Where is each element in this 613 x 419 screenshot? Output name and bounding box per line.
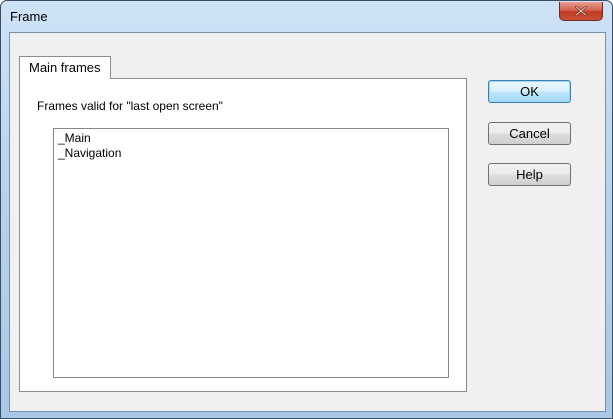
- window-title: Frame: [10, 9, 48, 24]
- frame-dialog: Frame Main frames Frames valid for "last…: [0, 0, 613, 419]
- close-icon: [575, 6, 587, 16]
- frames-label: Frames valid for "last open screen": [37, 99, 223, 113]
- dialog-body: Main frames Frames valid for "last open …: [9, 32, 606, 412]
- ok-button[interactable]: OK: [488, 80, 571, 103]
- tab-main-frames[interactable]: Main frames: [19, 56, 111, 79]
- title-bar[interactable]: Frame: [1, 1, 612, 33]
- list-item[interactable]: _Navigation: [58, 146, 444, 161]
- frames-listbox[interactable]: _Main _Navigation: [53, 128, 449, 378]
- help-button[interactable]: Help: [488, 163, 571, 186]
- cancel-button[interactable]: Cancel: [488, 122, 571, 145]
- list-item[interactable]: _Main: [58, 131, 444, 146]
- close-button[interactable]: [559, 2, 603, 21]
